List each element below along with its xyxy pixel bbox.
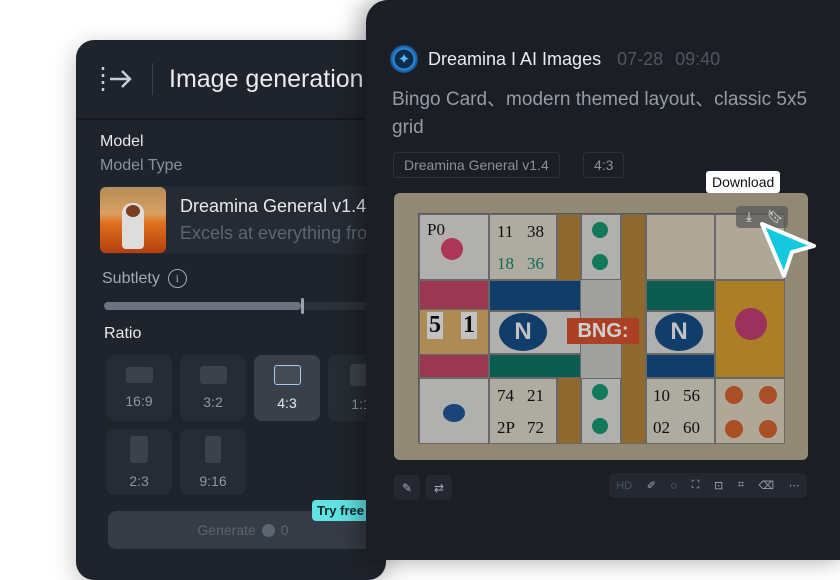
prompt-text: Bingo Card、modern themed layout、classic … — [392, 89, 808, 138]
subtlety-label: Subtlety — [102, 269, 160, 287]
generated-image[interactable]: P0 11 38 18 36 5 1 N BNG: N 74 21 2P 72 … — [394, 193, 808, 460]
ratio-label-text: 16:9 — [125, 393, 153, 409]
pencil-icon: ✎ — [401, 480, 413, 495]
info-icon[interactable]: i — [167, 269, 187, 288]
cursor-pointer-icon — [760, 222, 816, 278]
date: 07-28 — [617, 48, 664, 69]
image-toolbar: HD ✐ ◌ ⛶ ⊡ ⌗ ⌫ ⋯ — [609, 473, 807, 498]
ratio-label-text: 2:3 — [129, 472, 149, 489]
model-thumbnail — [100, 187, 166, 253]
ratio-16-9[interactable]: 16:9 — [106, 355, 172, 421]
image-generation-panel: Image generation Model Model Type Dreami… — [76, 40, 386, 580]
panel-title: Image generation — [169, 64, 364, 93]
dreamina-logo-icon: ✦ — [390, 45, 418, 73]
ratio-label-text: 9:16 — [199, 472, 227, 489]
model-tag[interactable]: Dreamina General v1.4 — [393, 152, 560, 178]
slider-handle[interactable] — [301, 298, 305, 314]
expand-panel-icon[interactable] — [100, 65, 134, 93]
ratio-tag[interactable]: 4:3 — [583, 152, 625, 178]
crop-icon[interactable]: ⌗ — [738, 479, 744, 492]
ratio-4-3[interactable]: 4:3 — [254, 355, 320, 421]
model-selector[interactable]: Dreamina General v1.4 Excels at everythi… — [100, 186, 386, 254]
model-name: Dreamina General v1.4 — [180, 196, 367, 216]
ratio-label: Ratio — [104, 325, 142, 342]
model-label: Model — [100, 133, 144, 150]
divider — [152, 63, 153, 95]
author-name: Dreamina I AI Images — [428, 48, 602, 69]
ratio-2-3[interactable]: 2:3 — [106, 429, 172, 495]
result-panel: ✦ Dreamina I AI Images 07-28 09:40 Bingo… — [366, 0, 840, 560]
ratio-9-16[interactable]: 9:16 — [180, 429, 246, 495]
expand-icon[interactable]: ⛶ — [692, 479, 700, 492]
generate-label: Generate — [197, 522, 256, 538]
panel-header: Image generation — [76, 40, 386, 120]
model-description: Excels at everything from — [180, 223, 383, 243]
repeat-icon: ⇄ — [433, 480, 445, 495]
edit-button[interactable]: ✎ — [394, 475, 420, 500]
more-icon[interactable]: ⋯ — [789, 479, 800, 492]
ratio-3-2[interactable]: 3:2 — [180, 355, 246, 421]
ratio-label-text: 3:2 — [203, 394, 223, 410]
credit-icon — [261, 523, 275, 537]
download-tooltip: Download — [706, 171, 781, 193]
subtlety-slider[interactable] — [104, 298, 386, 314]
inpaint-icon[interactable]: ◌ — [671, 480, 678, 492]
model-type-label: Model Type — [100, 157, 183, 174]
eraser-icon[interactable]: ⌫ — [759, 479, 775, 492]
regenerate-button[interactable]: ⇄ — [426, 475, 452, 500]
hd-button[interactable]: HD — [616, 480, 632, 492]
magic-wand-icon[interactable]: ✐ — [647, 479, 656, 492]
generate-cost: 0 — [280, 522, 289, 538]
ratio-label-text: 4:3 — [277, 395, 297, 411]
add-frame-icon[interactable]: ⊡ — [714, 479, 723, 492]
time: 09:40 — [675, 48, 721, 69]
try-free-badge: Try free — [312, 500, 369, 521]
